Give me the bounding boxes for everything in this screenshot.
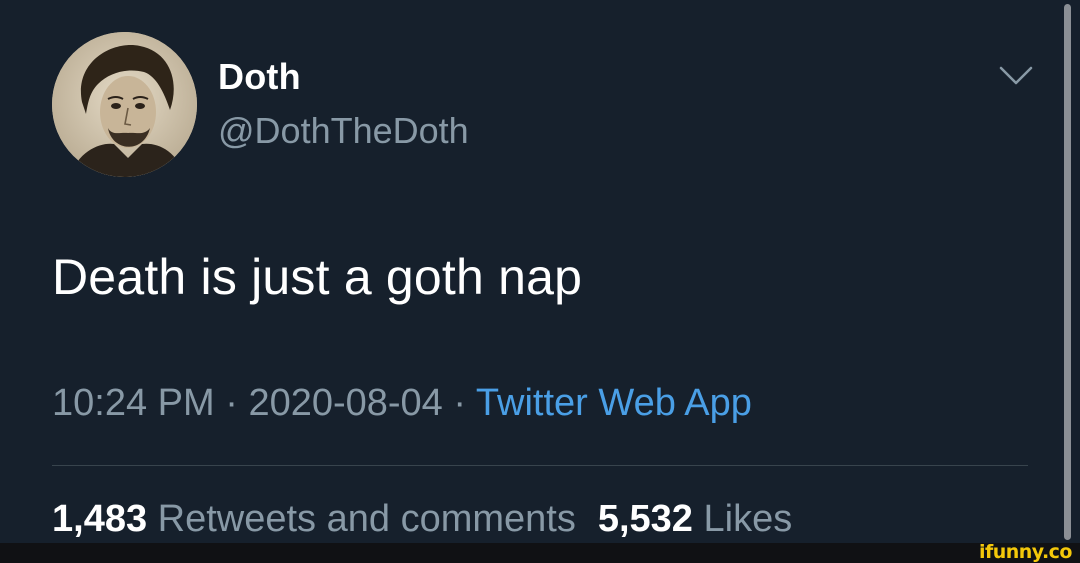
meta-separator: · (453, 382, 467, 424)
likes-label: Likes (703, 498, 793, 540)
chevron-down-icon[interactable] (998, 62, 1034, 90)
portrait-avatar-icon (52, 32, 197, 177)
tweet-text: Death is just a goth nap (52, 249, 583, 305)
ifunny-watermark: ifunny.co (978, 541, 1073, 563)
likes-stat[interactable]: 5,532 Likes (598, 498, 792, 540)
watermark-bar (0, 543, 1080, 563)
author-avatar[interactable] (52, 32, 197, 177)
author-display-name[interactable]: Doth (218, 56, 301, 98)
tweet-metadata: 10:24 PM · 2020-08-04 · Twitter Web App (52, 382, 752, 425)
stats-divider (52, 465, 1028, 466)
author-handle[interactable]: @DothTheDoth (218, 110, 469, 152)
likes-count: 5,532 (597, 498, 693, 540)
tweet-source-link[interactable]: Twitter Web App (476, 382, 752, 424)
meta-separator: · (225, 382, 238, 424)
tweet-date[interactable]: 2020-08-04 (248, 382, 442, 424)
scrollbar[interactable] (1064, 4, 1071, 540)
tweet-time[interactable]: 10:24 PM (52, 382, 215, 424)
tweet-card: Doth @DothTheDoth Death is just a goth n… (0, 0, 1080, 543)
retweets-label: Retweets and comments (157, 498, 576, 540)
retweets-count: 1,483 (52, 498, 148, 540)
tweet-stats: 1,483 Retweets and comments 5,532 Likes (52, 498, 792, 541)
retweets-stat[interactable]: 1,483 Retweets and comments (52, 498, 576, 540)
